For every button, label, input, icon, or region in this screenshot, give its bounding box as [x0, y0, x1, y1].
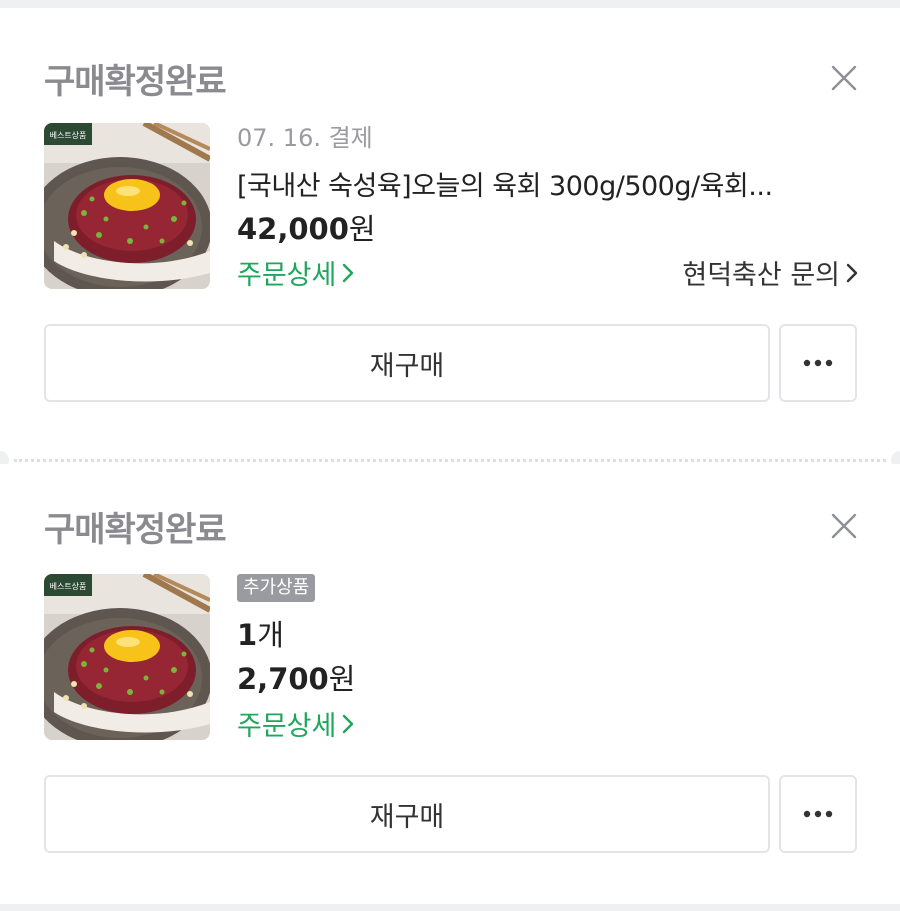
price-number: 42,000	[237, 212, 349, 246]
add-on-product-badge: 추가상품	[237, 574, 316, 602]
price-unit: 원	[348, 212, 376, 246]
price: 2,700원	[237, 656, 355, 698]
order-detail-label: 주문상세	[237, 711, 337, 742]
order-status-title: 구매확정완료	[44, 510, 227, 550]
price-unit: 원	[328, 662, 356, 696]
more-options-button[interactable]	[779, 775, 857, 853]
order-card: 구매확정완료	[0, 8, 900, 456]
price: 42,000원	[237, 206, 376, 248]
more-options-button[interactable]	[779, 324, 857, 402]
quantity-number: 1	[237, 618, 258, 652]
bottom-gap	[0, 904, 900, 911]
thumb-badge: 베스트상품	[50, 130, 87, 140]
product-thumbnail[interactable]: 베스트상품	[44, 574, 210, 740]
chevron-right-icon	[342, 262, 354, 284]
order-detail-label: 주문상세	[237, 260, 337, 291]
close-button[interactable]	[826, 508, 862, 544]
thumb-badge: 베스트상품	[50, 581, 87, 591]
more-dots-icon	[803, 359, 833, 367]
product-thumbnail[interactable]: 베스트상품	[44, 123, 210, 289]
product-name[interactable]: [국내산 숙성육]오늘의 육회 300g/500g/육회...	[237, 164, 847, 203]
top-gap	[0, 0, 900, 8]
more-dots-icon	[803, 810, 833, 818]
close-icon	[831, 65, 857, 91]
rebuy-button[interactable]: 재구매	[44, 324, 770, 402]
rebuy-button[interactable]: 재구매	[44, 775, 770, 853]
close-button[interactable]	[826, 60, 862, 96]
chevron-right-icon	[342, 713, 354, 735]
order-status-title: 구매확정완료	[44, 62, 227, 102]
quantity-unit: 개	[257, 618, 284, 652]
card-divider	[0, 451, 900, 469]
order-detail-link[interactable]: 주문상세	[237, 704, 354, 743]
seller-inquiry-label: 현덕축산 문의	[682, 260, 840, 291]
order-card: 구매확정완료	[0, 464, 900, 904]
order-date: 07. 16. 결제	[237, 124, 373, 152]
quantity: 1개	[237, 612, 284, 654]
chevron-right-icon	[846, 262, 858, 284]
seller-inquiry-link[interactable]: 현덕축산 문의	[682, 253, 858, 292]
price-number: 2,700	[237, 662, 329, 696]
close-icon	[831, 513, 857, 539]
order-detail-link[interactable]: 주문상세	[237, 253, 354, 292]
